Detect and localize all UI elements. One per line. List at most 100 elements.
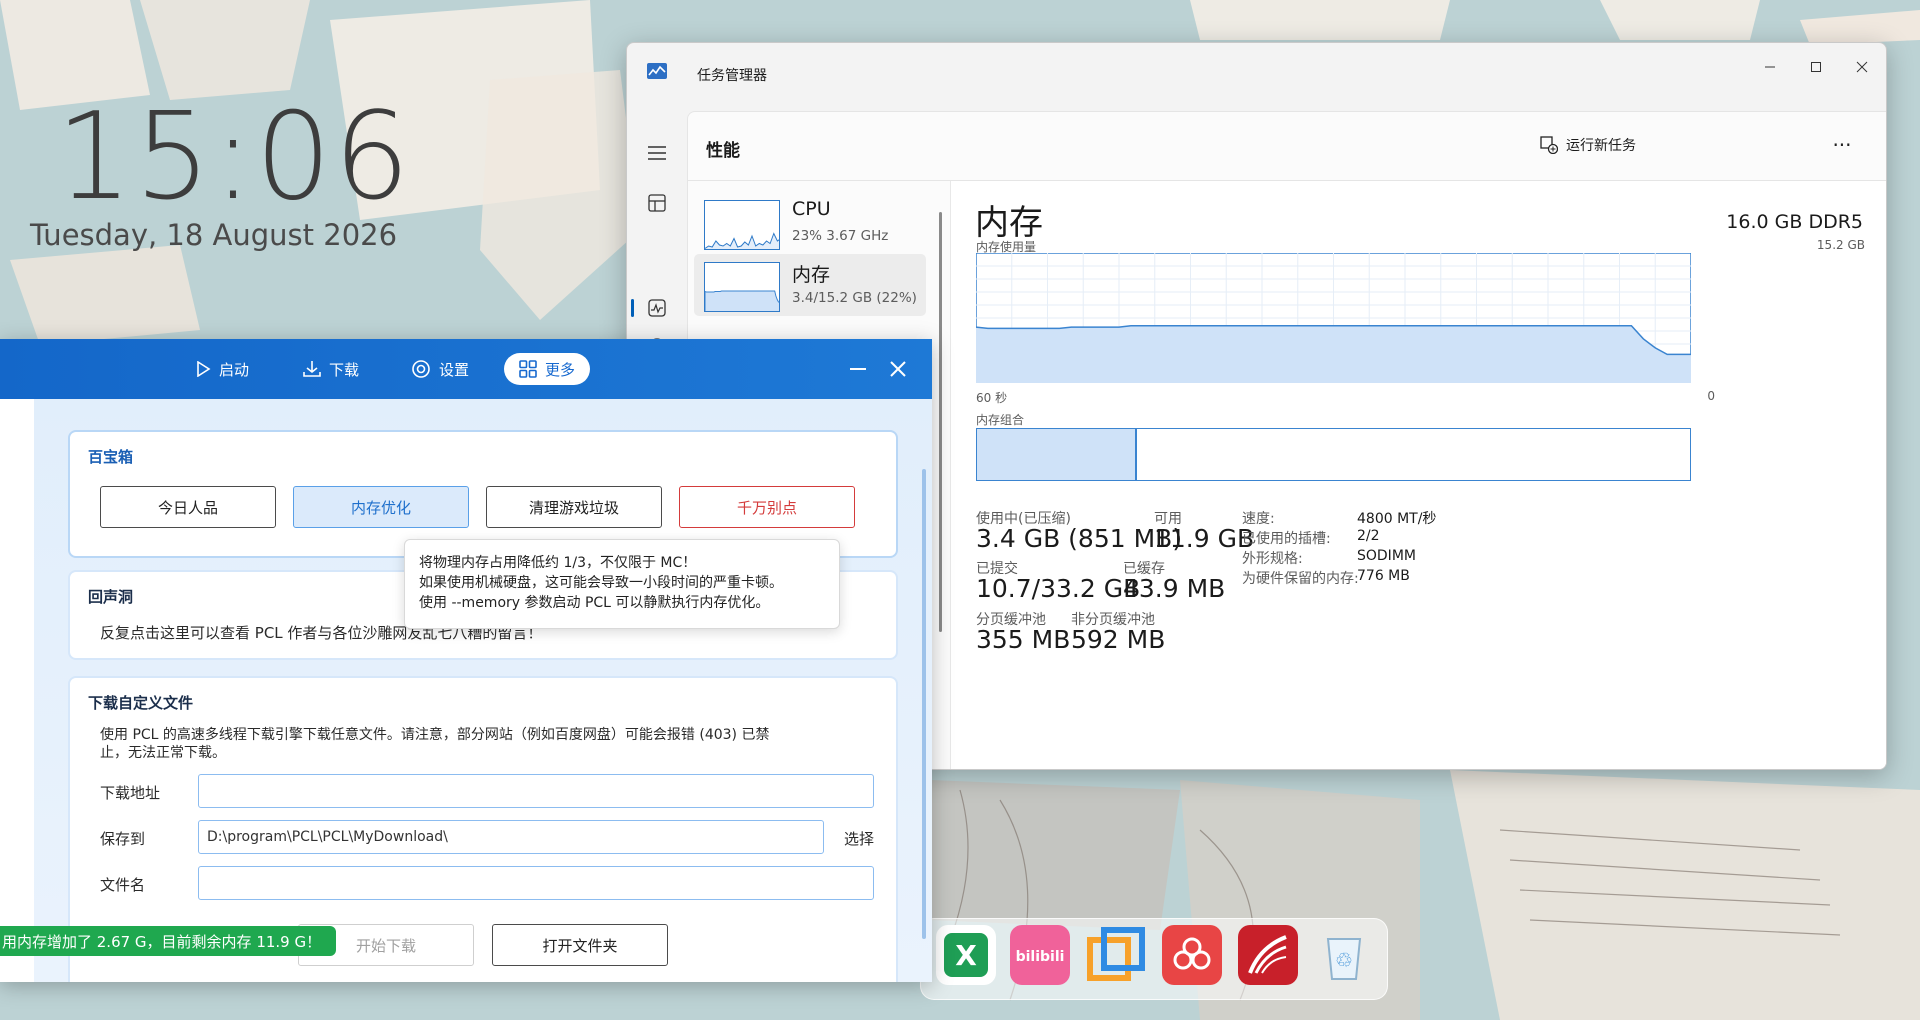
excel-icon[interactable]: X [936, 925, 996, 985]
close-button[interactable] [1839, 49, 1885, 85]
close-icon [890, 361, 906, 377]
bilibili-icon[interactable]: bilibili [1010, 925, 1070, 985]
minimize-icon [1765, 66, 1775, 68]
minimize-button[interactable] [1747, 49, 1793, 85]
today-luck-button[interactable]: 今日人品 [100, 486, 276, 528]
perf-item-detail: 23% 3.67 GHz [792, 228, 889, 244]
desktop-clock-time: 15:06 [56, 88, 412, 227]
perf-item-name: 内存 [792, 264, 831, 286]
study-app-icon[interactable] [1238, 925, 1298, 985]
speed-label: 速度: [1242, 511, 1275, 527]
svg-text:♲: ♲ [1335, 948, 1353, 972]
list-scrollbar[interactable] [939, 212, 942, 632]
minimize-icon [850, 368, 866, 370]
nav-label: 更多 [545, 360, 576, 379]
memory-freed-toast: 用内存增加了 2.67 G，目前剩余内存 11.9 G！ [0, 926, 336, 956]
task-manager-app-icon [647, 63, 667, 79]
choose-folder-link[interactable]: 选择 [844, 828, 874, 849]
save-path-input[interactable]: D:\program\PCL\PCL\MyDownload\ [198, 820, 824, 854]
nonpaged-pool-value: 592 MB [1071, 625, 1166, 654]
card-title: 百宝箱 [88, 448, 134, 466]
flower-app-icon[interactable] [1162, 925, 1222, 985]
nav-launch[interactable]: 启动 [180, 353, 264, 385]
memory-spec: 16.0 GB DDR5 [1726, 211, 1863, 233]
hamburger-menu-icon[interactable] [645, 141, 669, 165]
card-title: 下载自定义文件 [88, 694, 194, 712]
card-title: 回声洞 [88, 588, 134, 606]
run-new-task-button[interactable]: 运行新任务 [1528, 128, 1648, 162]
svg-text:bilibili: bilibili [1016, 949, 1065, 965]
tooltip-line: 使用 --memory 参数启动 PCL 可以静默执行内存优化。 [419, 595, 770, 611]
window-app-icon[interactable] [1086, 925, 1146, 985]
memory-detail-panel: 内存 16.0 GB DDR5 内存使用量 15.2 GB 60 秒 0 内存组… [950, 181, 1886, 769]
tooltip-line: 将物理内存占用降低约 1/3，不仅限于 MC！ [419, 555, 697, 571]
form-factor-value: SODIMM [1357, 548, 1416, 564]
memory-optimize-button[interactable]: 内存优化 [293, 486, 469, 528]
pcl-launcher-window: 启动 下载 设置 更多 百宝箱 今日人品 内存优化 清理游戏垃圾 千万别点 回声… [0, 339, 932, 982]
tooltip-line: 如果使用机械硬盘，这可能会导致一小段时间的严重卡顿。 [419, 575, 783, 591]
maximize-button[interactable] [1793, 49, 1839, 85]
settings-icon [412, 360, 430, 378]
memory-thumb-area [705, 290, 779, 311]
nav-label: 设置 [439, 360, 470, 379]
maximize-icon [1811, 62, 1821, 72]
window-title: 任务管理器 [697, 68, 767, 84]
pcl-minimize-button[interactable] [844, 355, 872, 383]
perf-item-memory[interactable]: 内存 3.4/15.2 GB (22%) [694, 254, 926, 316]
speed-value: 4800 MT/秒 [1357, 511, 1437, 527]
in-use-value: 3.4 GB (851 MB) [976, 524, 1183, 553]
grid-icon [519, 360, 537, 378]
memory-optimize-tooltip: 将物理内存占用降低约 1/3，不仅限于 MC！ 如果使用机械硬盘，这可能会导致一… [404, 539, 840, 629]
page-title: 性能 [706, 141, 740, 161]
nav-label: 启动 [219, 360, 250, 379]
download-icon [303, 361, 321, 377]
close-icon [1856, 61, 1868, 73]
save-to-label: 保存到 [100, 830, 146, 848]
memory-composition-used [977, 429, 1138, 480]
nav-label: 下载 [329, 360, 360, 379]
url-input[interactable] [198, 774, 874, 808]
pcl-scrollbar[interactable] [922, 469, 926, 939]
clean-game-junk-button[interactable]: 清理游戏垃圾 [486, 486, 662, 528]
memory-thumbnail-graph [704, 262, 780, 312]
download-desc-line1: 使用 PCL 的高速多线程下载引擎下载任意文件。请注意，部分网站（例如百度网盘）… [100, 727, 770, 743]
pcl-titlebar[interactable]: 启动 下载 设置 更多 [0, 339, 932, 399]
task-manager-titlebar[interactable]: 任务管理器 [627, 43, 1886, 85]
open-folder-button[interactable]: 打开文件夹 [492, 924, 668, 966]
memory-composition-bar [976, 428, 1691, 481]
hardware-reserved-value: 776 MB [1357, 568, 1410, 584]
active-tab-indicator [631, 299, 634, 317]
pcl-close-button[interactable] [884, 355, 912, 383]
filename-input[interactable] [198, 866, 874, 900]
processes-icon[interactable] [645, 191, 669, 215]
desktop-clock-date: Tuesday, 18 August 2026 [30, 218, 398, 252]
form-factor-label: 外形规格: [1242, 551, 1303, 567]
graph-time-right: 0 [1707, 389, 1715, 403]
slots-value: 2/2 [1357, 528, 1380, 544]
play-icon [197, 361, 211, 377]
svg-text:X: X [955, 939, 977, 972]
nav-more[interactable]: 更多 [504, 353, 591, 385]
run-new-task-label: 运行新任务 [1566, 138, 1636, 154]
run-task-icon [1540, 136, 1558, 154]
pcl-content[interactable]: 百宝箱 今日人品 内存优化 清理游戏垃圾 千万别点 回声洞 反复点击这里可以查看… [34, 399, 932, 982]
nav-settings[interactable]: 设置 [396, 353, 484, 385]
perf-item-name: CPU [792, 198, 831, 220]
cpu-thumbnail-graph [704, 200, 780, 250]
nav-download[interactable]: 下载 [288, 353, 374, 385]
available-value: 11.9 GB [1154, 524, 1255, 553]
perf-item-cpu[interactable]: CPU 23% 3.67 GHz [694, 192, 926, 254]
perf-item-detail: 3.4/15.2 GB (22%) [792, 290, 917, 306]
memory-usage-area [976, 325, 1691, 383]
memory-composition-label: 内存组合 [976, 413, 1025, 427]
filename-label: 文件名 [100, 876, 146, 894]
dont-click-button[interactable]: 千万别点 [679, 486, 855, 528]
memory-title: 内存 [975, 203, 1043, 243]
memory-usage-graph [976, 253, 1691, 383]
pcl-body: 百宝箱 今日人品 内存优化 清理游戏垃圾 千万别点 回声洞 反复点击这里可以查看… [0, 399, 932, 982]
more-options-button[interactable]: ··· [1824, 128, 1860, 162]
recycle-bin-icon[interactable]: ♲ [1314, 925, 1374, 985]
graph-time-left: 60 秒 [976, 391, 1008, 405]
committed-value: 10.7/33.2 GB [976, 574, 1141, 603]
performance-icon[interactable] [645, 296, 669, 320]
